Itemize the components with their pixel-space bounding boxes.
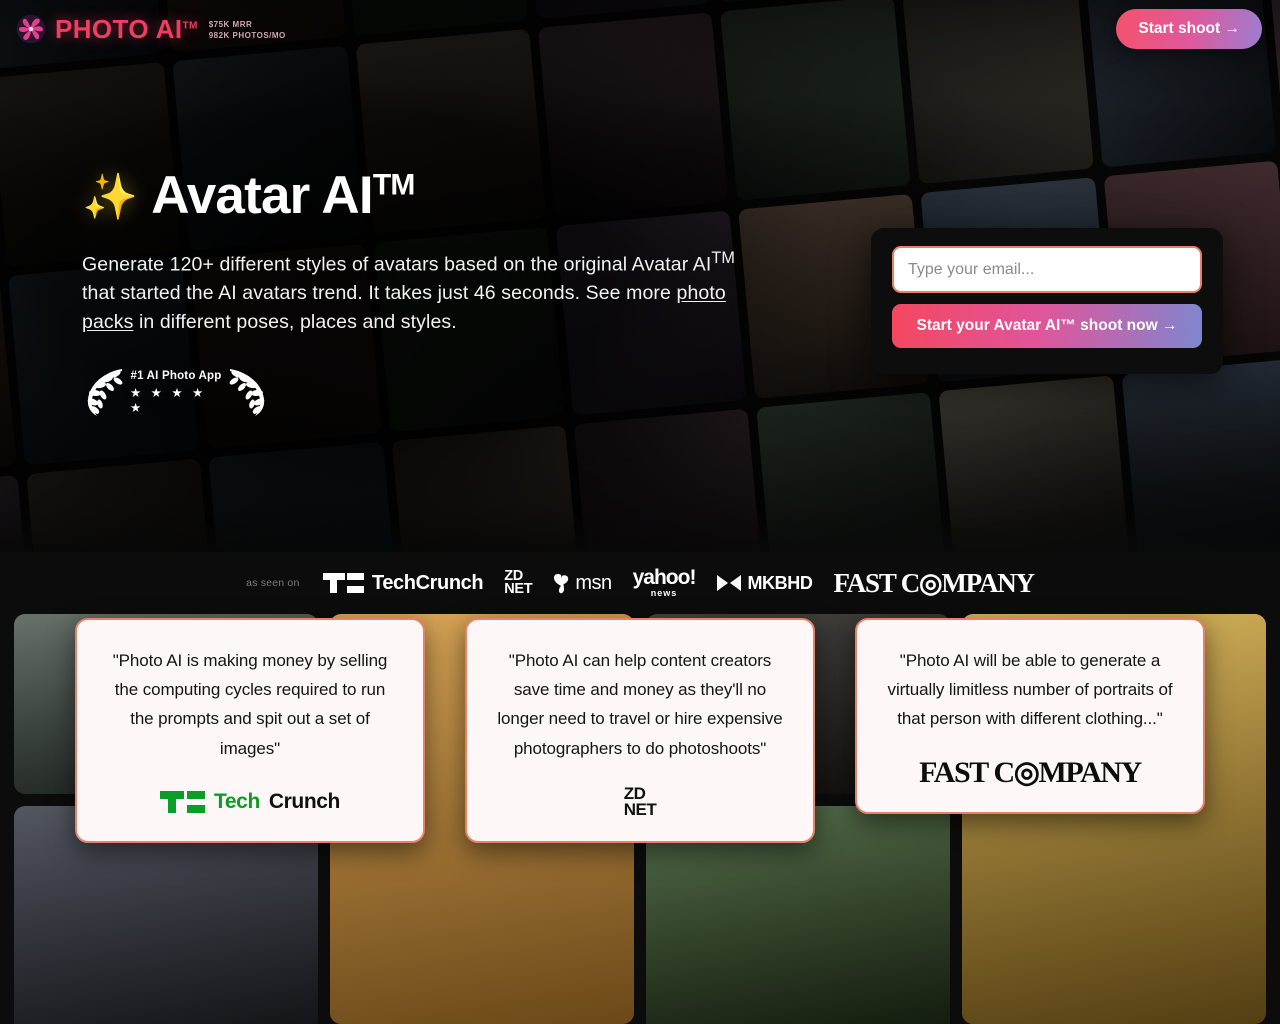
stat-photos-per-month: 982K PHOTOS/MO bbox=[208, 30, 286, 40]
techcrunch-word-crunch: Crunch bbox=[268, 789, 341, 813]
mkbhd-bowtie-icon bbox=[717, 575, 742, 591]
press-logo-yahoo-news: yahoo! news bbox=[632, 566, 697, 598]
zdnet-wordmark: ZD NET bbox=[504, 568, 533, 597]
zdnet-line-2: NET bbox=[504, 581, 533, 597]
laurel-left-icon bbox=[87, 369, 123, 417]
msn-wordmark: msn bbox=[575, 571, 612, 594]
brand-logo[interactable]: PHOTO AITM $75K MRR 982K PHOTOS/MO bbox=[16, 14, 286, 44]
laurel-right-icon bbox=[229, 369, 265, 417]
mkbhd-wordmark: MKBHD bbox=[747, 572, 813, 593]
hero-desc-part3: in different poses, places and styles. bbox=[133, 310, 457, 333]
hero-title-text: Avatar AITM bbox=[151, 166, 416, 225]
hero-desc-part1: Generate 120+ different styles of avatar… bbox=[82, 253, 712, 276]
testimonial-quote: "Photo AI is making money by selling the… bbox=[112, 651, 388, 758]
pinwheel-spiral-icon bbox=[16, 14, 46, 44]
stat-mrr: $75K MRR bbox=[208, 19, 253, 29]
techcrunch-mark-icon bbox=[322, 573, 364, 593]
as-seen-on-label: as seen on bbox=[246, 577, 300, 589]
press-logo-zdnet: ZD NET bbox=[504, 568, 533, 597]
top-navigation-bar: PHOTO AITM $75K MRR 982K PHOTOS/MO Start… bbox=[0, 0, 1280, 58]
testimonial-source-logo: FAST C◎MPANY bbox=[919, 756, 1142, 790]
testimonial-quote: "Photo AI will be able to generate a vir… bbox=[887, 651, 1173, 729]
hero-description: Generate 120+ different styles of avatar… bbox=[82, 247, 772, 336]
award-label: #1 AI Photo App bbox=[130, 369, 222, 382]
testimonial-source-logo: ZD NET bbox=[624, 785, 657, 819]
techcrunch-wordmark: TechCrunch bbox=[372, 571, 484, 594]
start-avatar-shoot-button[interactable]: Start your Avatar AI™ shoot now → bbox=[892, 304, 1202, 348]
msn-butterfly-icon bbox=[554, 573, 569, 593]
press-logo-techcrunch: TechCrunch bbox=[322, 571, 484, 595]
testimonial-card-zdnet: "Photo AI can help content creators save… bbox=[465, 618, 815, 843]
award-text-group: #1 AI Photo App ★ ★ ★ ★ ★ bbox=[128, 370, 224, 415]
page-root: PHOTO AITM $75K MRR 982K PHOTOS/MO Start… bbox=[0, 0, 1280, 1024]
award-stars: ★ ★ ★ ★ ★ bbox=[130, 385, 207, 415]
award-badge: #1 AI Photo App ★ ★ ★ ★ ★ bbox=[82, 366, 270, 418]
hero-content: ✨ Avatar AITM Generate 120+ different st… bbox=[82, 166, 782, 418]
techcrunch-logo: Tech Crunch bbox=[160, 790, 340, 814]
testimonial-quote: "Photo AI can help content creators save… bbox=[497, 651, 783, 758]
email-input[interactable] bbox=[892, 246, 1202, 293]
fast-company-logo: FAST C◎MPANY bbox=[919, 756, 1142, 790]
press-logo-mkbhd: MKBHD bbox=[716, 572, 813, 594]
signup-card: Start your Avatar AI™ shoot now → bbox=[871, 228, 1223, 374]
sparkles-icon: ✨ bbox=[82, 170, 138, 222]
hero-title-trademark: TM bbox=[372, 168, 416, 202]
press-logo-fast-company: FAST C◎MPANY bbox=[833, 567, 1035, 599]
testimonial-source-logo: Tech Crunch bbox=[160, 785, 340, 819]
press-logo-msn: msn bbox=[553, 571, 612, 595]
zdnet-line-2: NET bbox=[623, 799, 657, 819]
hero-title-main: Avatar AI bbox=[151, 166, 373, 225]
brand-stats: $75K MRR 982K PHOTOS/MO bbox=[209, 18, 286, 41]
yahoo-news-sublabel: news bbox=[650, 587, 678, 598]
testimonial-card-techcrunch: "Photo AI is making money by selling the… bbox=[75, 618, 425, 843]
brand-name: PHOTO AITM bbox=[55, 16, 198, 42]
techcrunch-mark-icon bbox=[160, 790, 206, 813]
hero-desc-part2: that started the AI avatars trend. It ta… bbox=[82, 282, 677, 305]
yahoo-wordmark: yahoo! bbox=[632, 566, 697, 590]
start-shoot-button[interactable]: Start shoot → bbox=[1116, 9, 1262, 49]
page-title: ✨ Avatar AITM bbox=[82, 166, 782, 225]
zdnet-logo: ZD NET bbox=[623, 786, 657, 819]
brand-name-text: PHOTO AI bbox=[55, 14, 183, 44]
hero-desc-trademark: TM bbox=[711, 249, 736, 268]
press-logos-bar: as seen on TechCrunch ZD NET msn yahoo! … bbox=[0, 552, 1280, 614]
brand-trademark: TM bbox=[182, 20, 198, 32]
fast-company-wordmark: FAST C◎MPANY bbox=[833, 567, 1035, 598]
testimonial-cards: "Photo AI is making money by selling the… bbox=[0, 618, 1280, 843]
techcrunch-word-tech: Tech bbox=[214, 789, 260, 813]
testimonial-card-fast-company: "Photo AI will be able to generate a vir… bbox=[855, 618, 1205, 814]
